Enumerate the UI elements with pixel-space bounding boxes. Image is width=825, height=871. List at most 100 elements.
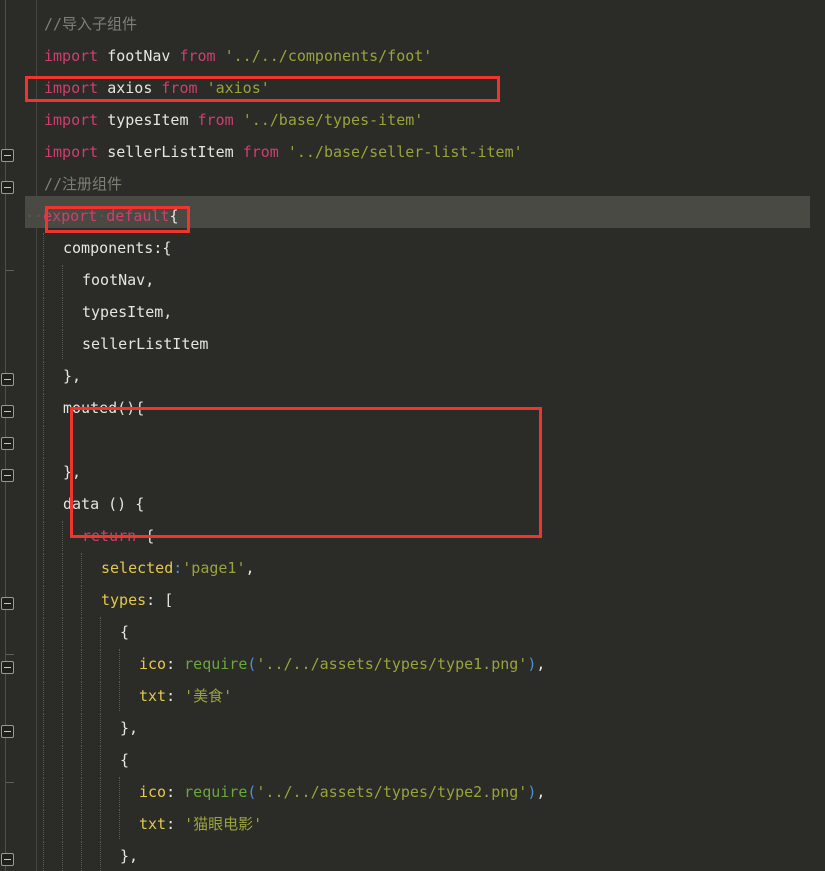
code-token: , [245,559,255,577]
code-token: typesItem, [82,303,173,321]
code-token: txt [139,687,167,705]
code-token: default [106,207,170,225]
code-line[interactable]: { [0,616,129,648]
code-token: typesItem [107,111,189,129]
code-token: sellerListItem [82,335,209,353]
code-token: '../../assets/types/type2.png' [256,783,528,801]
code-line[interactable]: sellerListItem [0,328,208,360]
code-content[interactable]: //导入子组件 import footNav from '../../compon… [0,0,825,871]
code-token: ·· [25,207,44,225]
code-line[interactable]: footNav, [0,264,154,296]
code-line[interactable]: types: [ [0,584,173,616]
code-token: { [120,751,130,769]
code-token: axios [107,79,153,97]
code-token: import [44,79,99,97]
code-token: : [166,783,185,801]
code-token: , [536,655,546,673]
code-token: from [242,143,279,161]
code-line[interactable]: components:{ [0,232,171,264]
code-line[interactable]: typesItem, [0,296,172,328]
code-token: }, [120,719,139,737]
code-line[interactable]: return { [0,520,154,552]
code-token: [ [164,591,174,609]
code-line[interactable]: mouted(){ [0,392,144,424]
code-token: 'axios' [206,79,270,97]
code-token: }, [120,847,139,865]
code-line[interactable]: import footNav from '../../components/fo… [0,40,432,72]
code-token: }, [63,367,82,385]
code-token: types [101,591,147,609]
code-token: : [166,815,185,833]
code-token: import [44,143,99,161]
code-token: ico [139,783,167,801]
code-token: from [179,47,216,65]
code-token: export [43,207,98,225]
code-token: footNav, [82,271,155,289]
code-token: '../../assets/types/type1.png' [256,655,528,673]
code-token: data () { [63,495,145,513]
code-token: require [184,655,248,673]
code-line[interactable]: }, [0,456,81,488]
code-line[interactable]: import axios from 'axios' [0,72,270,104]
code-line[interactable]: data () { [0,488,144,520]
code-token: '美食' [184,687,233,705]
code-token: : [166,655,185,673]
code-line[interactable]: import sellerListItem from '../base/sell… [0,136,523,168]
code-line[interactable]: selected:'page1', [0,552,255,584]
code-token: '../../components/foot' [224,47,433,65]
code-token: from [197,111,234,129]
code-token: //注册组件 [44,175,123,193]
code-token: components [63,239,154,257]
code-line[interactable]: }, [0,360,81,392]
code-line[interactable]: }, [0,712,138,744]
code-line[interactable]: //导入子组件 [0,8,137,40]
code-token: //导入子组件 [44,15,138,33]
code-line[interactable]: txt: '美食' [0,680,232,712]
code-token: { [120,623,130,641]
code-token: : [166,687,185,705]
code-token: }, [63,463,82,481]
code-token: { [136,527,155,545]
code-token: require [184,783,248,801]
code-token: : [146,591,165,609]
code-token: '猫眼电影' [184,815,263,833]
code-line[interactable]: import typesItem from '../base/types-ite… [0,104,423,136]
code-token: txt [139,815,167,833]
code-token: 'page1' [182,559,246,577]
code-token: from [161,79,198,97]
code-line[interactable]: { [0,744,129,776]
code-token: selected [101,559,174,577]
code-line[interactable]: ico: require('../../assets/types/type1.p… [0,648,545,680]
code-token: · [97,207,107,225]
code-token: :{ [153,239,172,257]
code-line[interactable]: ··export·default{ [0,200,179,232]
code-token: sellerListItem [107,143,234,161]
code-line[interactable]: ico: require('../../assets/types/type2.p… [0,776,545,808]
code-token: '../base/types-item' [242,111,424,129]
code-line[interactable]: }, [0,840,138,871]
code-token: { [169,207,179,225]
code-token: , [536,783,546,801]
code-line[interactable]: //注册组件 [0,168,122,200]
code-token: : [173,559,183,577]
code-token: ico [139,655,167,673]
code-token: mouted(){ [63,399,145,417]
code-line[interactable] [0,424,63,456]
code-token: return [82,527,137,545]
code-line[interactable]: txt: '猫眼电影' [0,808,262,840]
code-token: import [44,111,99,129]
code-token: import [44,47,99,65]
code-editor[interactable]: //导入子组件 import footNav from '../../compon… [0,0,825,871]
code-token: footNav [107,47,171,65]
code-token: '../base/seller-list-item' [287,143,523,161]
